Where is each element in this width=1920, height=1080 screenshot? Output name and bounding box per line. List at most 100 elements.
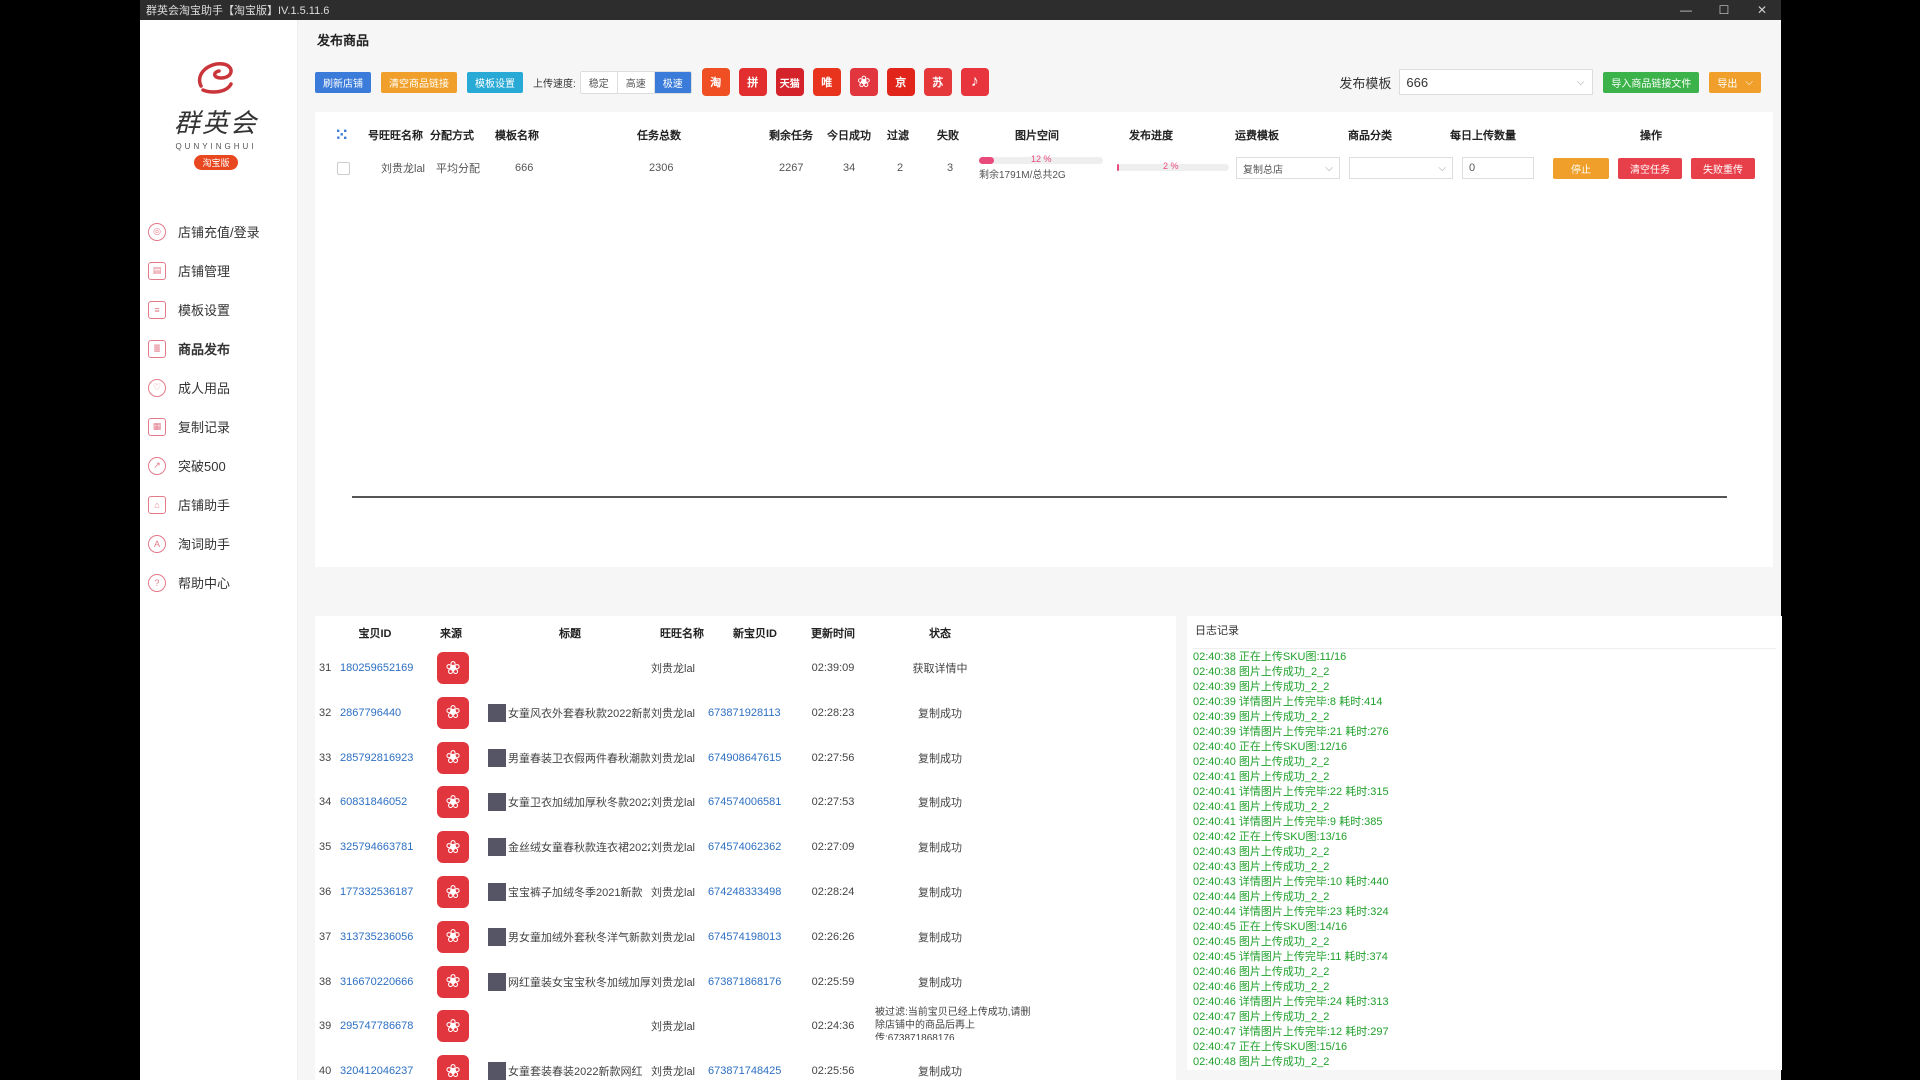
source-cell: ❀ bbox=[435, 780, 471, 824]
speed-option-stable[interactable]: 稳定 bbox=[580, 71, 618, 93]
column-header: 号旺旺名称 bbox=[368, 130, 423, 142]
refresh-store-button[interactable]: 刷新店铺 bbox=[315, 71, 371, 93]
new-item-id-link[interactable]: 674248333498 bbox=[708, 870, 781, 914]
publish-progress-bar: 2 % bbox=[1117, 161, 1229, 171]
publish-icon: ≣ bbox=[148, 339, 166, 358]
export-button[interactable]: 导出 ⌵ bbox=[1709, 71, 1761, 93]
source-cell: ❀ bbox=[435, 646, 471, 690]
item-id-link[interactable]: 177332536187 bbox=[340, 870, 413, 914]
douyin-icon[interactable]: ♪ bbox=[960, 68, 989, 96]
log-line: 02:40:46 图片上传成功_2_2 bbox=[1193, 966, 1330, 978]
update-time: 02:39:09 bbox=[811, 662, 855, 674]
suning-icon[interactable]: 苏 bbox=[923, 68, 952, 96]
new-item-id-link[interactable]: 673871928113 bbox=[708, 691, 781, 735]
vip-icon[interactable]: 唯 bbox=[812, 68, 841, 96]
row-index: 34 bbox=[319, 796, 332, 809]
minimize-button[interactable]: — bbox=[1667, 3, 1705, 17]
update-time: 02:27:53 bbox=[811, 796, 855, 809]
list-item[interactable]: 40 320412046237 ❀ 女童套装春装2022新款网红 刘贵龙lal 67387… bbox=[315, 1049, 1176, 1080]
list-item[interactable]: 33 285792816923 ❀ 男童春装卫衣假两件春秋潮款 刘贵龙lal 674908… bbox=[315, 736, 1176, 780]
shop-name: 刘贵龙lal bbox=[651, 797, 696, 810]
grid-menu-icon[interactable]: ⁙ bbox=[335, 123, 348, 147]
row-checkbox[interactable] bbox=[337, 156, 350, 180]
list-item[interactable]: 34 60831846052 ❀ 女童卫衣加绒加厚秋冬款2022 刘贵龙lal 67457… bbox=[315, 780, 1176, 824]
new-item-id-link[interactable]: 674574006581 bbox=[708, 780, 781, 824]
new-item-id-link[interactable]: 674574062362 bbox=[708, 825, 781, 869]
status-text: 获取详情中 bbox=[912, 663, 968, 675]
speed-option-fast[interactable]: 高速 bbox=[617, 71, 655, 93]
product-thumbnail bbox=[488, 883, 506, 901]
shop-name: 刘贵龙lal bbox=[651, 663, 696, 675]
item-id-link[interactable]: 295747786678 bbox=[340, 1004, 413, 1048]
shop-name: 刘贵龙lal bbox=[651, 842, 696, 855]
list-item[interactable]: 32 2867796440 ❀ 女童风衣外套春秋款2022新款 刘贵龙lal 673871… bbox=[315, 691, 1176, 735]
sidebar-item-adult[interactable]: ♡ 成人用品 bbox=[140, 368, 298, 407]
sidebar-item-word-helper[interactable]: A 淘词助手 bbox=[140, 524, 298, 563]
log-line: 02:40:42 正在上传SKU图:13/16 bbox=[1193, 831, 1348, 843]
jd-icon[interactable]: 京 bbox=[886, 68, 915, 96]
title-cell bbox=[488, 646, 650, 690]
item-id-link[interactable]: 313735236056 bbox=[340, 915, 413, 959]
horizontal-scrollbar[interactable] bbox=[352, 496, 1727, 498]
logo: 群英会 QUNYINGHUI 淘宝版 bbox=[166, 56, 266, 186]
sidebar-item-store[interactable]: ▤ 店铺管理 bbox=[140, 251, 298, 290]
item-id-link[interactable]: 180259652169 bbox=[340, 646, 413, 690]
item-id-link[interactable]: 325794663781 bbox=[340, 825, 413, 869]
log-line: 02:40:44 图片上传成功_2_2 bbox=[1193, 891, 1330, 903]
log-line: 02:40:43 详情图片上传完毕:10 耗时:440 bbox=[1193, 876, 1389, 888]
category-select[interactable]: ⌵ bbox=[1349, 157, 1453, 179]
taobao-icon[interactable]: 淘 bbox=[701, 68, 730, 96]
log-line: 02:40:43 图片上传成功_2_2 bbox=[1193, 846, 1330, 858]
log-line: 02:40:45 正在上传SKU图:14/16 bbox=[1193, 921, 1348, 933]
new-item-id-link[interactable]: 674908647615 bbox=[708, 736, 781, 780]
sidebar-item-template[interactable]: ≡ 模板设置 bbox=[140, 290, 298, 329]
sidebar-item-help[interactable]: ? 帮助中心 bbox=[140, 563, 298, 602]
item-id-link[interactable]: 285792816923 bbox=[340, 736, 413, 780]
shop-name: 刘贵龙lal bbox=[651, 931, 696, 944]
item-id-link[interactable]: 2867796440 bbox=[340, 691, 401, 735]
list-item[interactable]: 36 177332536187 ❀ 宝宝裤子加绒冬季2021新款 刘贵龙lal 67424… bbox=[315, 870, 1176, 914]
task-remaining: 2267 bbox=[779, 162, 804, 174]
sidebar-item-break500[interactable]: ↗ 突破500 bbox=[140, 446, 298, 485]
sidebar-item-shop-helper[interactable]: ⌂ 店铺助手 bbox=[140, 485, 298, 524]
list-item[interactable]: 38 316670220666 ❀ 网红童装女宝宝秋冬加绒加厚 刘贵龙lal 673871… bbox=[315, 960, 1176, 1004]
shop-name: 刘贵龙lal bbox=[651, 887, 696, 899]
item-id-link[interactable]: 316670220666 bbox=[340, 960, 413, 1004]
new-item-id-link[interactable]: 673871748425 bbox=[708, 1049, 781, 1080]
freight-template-select[interactable]: 复制总店 ⌵ bbox=[1236, 157, 1340, 179]
freight-template-value: 复制总店 bbox=[1243, 164, 1283, 176]
sidebar-item-publish[interactable]: ≣ 商品发布 bbox=[140, 329, 298, 368]
clear-links-button[interactable]: 清空商品链接 bbox=[381, 71, 457, 93]
sidebar-item-copy-record[interactable]: ▦ 复制记录 bbox=[140, 407, 298, 446]
sidebar-item-recharge[interactable]: ◎ 店铺充值/登录 bbox=[140, 212, 298, 251]
pinduoduo-icon[interactable]: ❀ bbox=[849, 68, 878, 96]
log-line: 02:40:40 正在上传SKU图:12/16 bbox=[1193, 741, 1348, 753]
maximize-button[interactable]: ☐ bbox=[1705, 3, 1743, 17]
template-settings-button[interactable]: 模板设置 bbox=[467, 71, 523, 93]
list-item[interactable]: 35 325794663781 ❀ 金丝绒女童春秋款连衣裙2022 刘贵龙lal 6745… bbox=[315, 825, 1176, 869]
import-links-button[interactable]: 导入商品链接文件 bbox=[1603, 71, 1700, 93]
list-item[interactable]: 37 313735236056 ❀ 男女童加绒外套秋冬洋气新款 刘贵龙lal 674574… bbox=[315, 915, 1176, 959]
new-item-id-link[interactable]: 673871868176 bbox=[708, 960, 781, 1004]
item-id-link[interactable]: 320412046237 bbox=[340, 1049, 413, 1080]
template-select[interactable]: 666 ⌵ bbox=[1399, 69, 1594, 95]
pinduoduo-icon: ❀ bbox=[437, 831, 469, 864]
tmall-icon[interactable]: 天猫 bbox=[775, 68, 804, 96]
item-id-link[interactable]: 60831846052 bbox=[340, 780, 407, 824]
title-cell bbox=[488, 1004, 650, 1048]
speed-option-max[interactable]: 极速 bbox=[654, 71, 691, 93]
daily-upload-input[interactable]: 0 bbox=[1462, 157, 1534, 179]
1688-icon[interactable]: 拼 bbox=[738, 68, 767, 96]
fail-reupload-button[interactable]: 失败重传 bbox=[1691, 157, 1755, 179]
new-item-id-link[interactable]: 674574198013 bbox=[708, 915, 781, 959]
pinduoduo-icon: ❀ bbox=[437, 1010, 469, 1043]
sidebar-item-label: 店铺助手 bbox=[178, 498, 231, 513]
heart-icon: ♡ bbox=[148, 378, 166, 397]
sidebar: 群英会 QUNYINGHUI 淘宝版 ◎ 店铺充值/登录 ▤ 店铺管理 ≡ 模板设置 … bbox=[140, 20, 298, 1080]
close-button[interactable]: ✕ bbox=[1743, 3, 1781, 17]
list-item[interactable]: 39 295747786678 ❀ 刘贵龙lal 02:24:36 被过滤:当前宝贝已经上… bbox=[315, 1004, 1176, 1048]
list-item[interactable]: 31 180259652169 ❀ 刘贵龙lal 02:39:09 获取详情中 bbox=[315, 646, 1176, 690]
stop-button[interactable]: 停止 bbox=[1553, 157, 1609, 179]
source-cell: ❀ bbox=[435, 870, 471, 914]
clear-task-button[interactable]: 清空任务 bbox=[1618, 157, 1682, 179]
